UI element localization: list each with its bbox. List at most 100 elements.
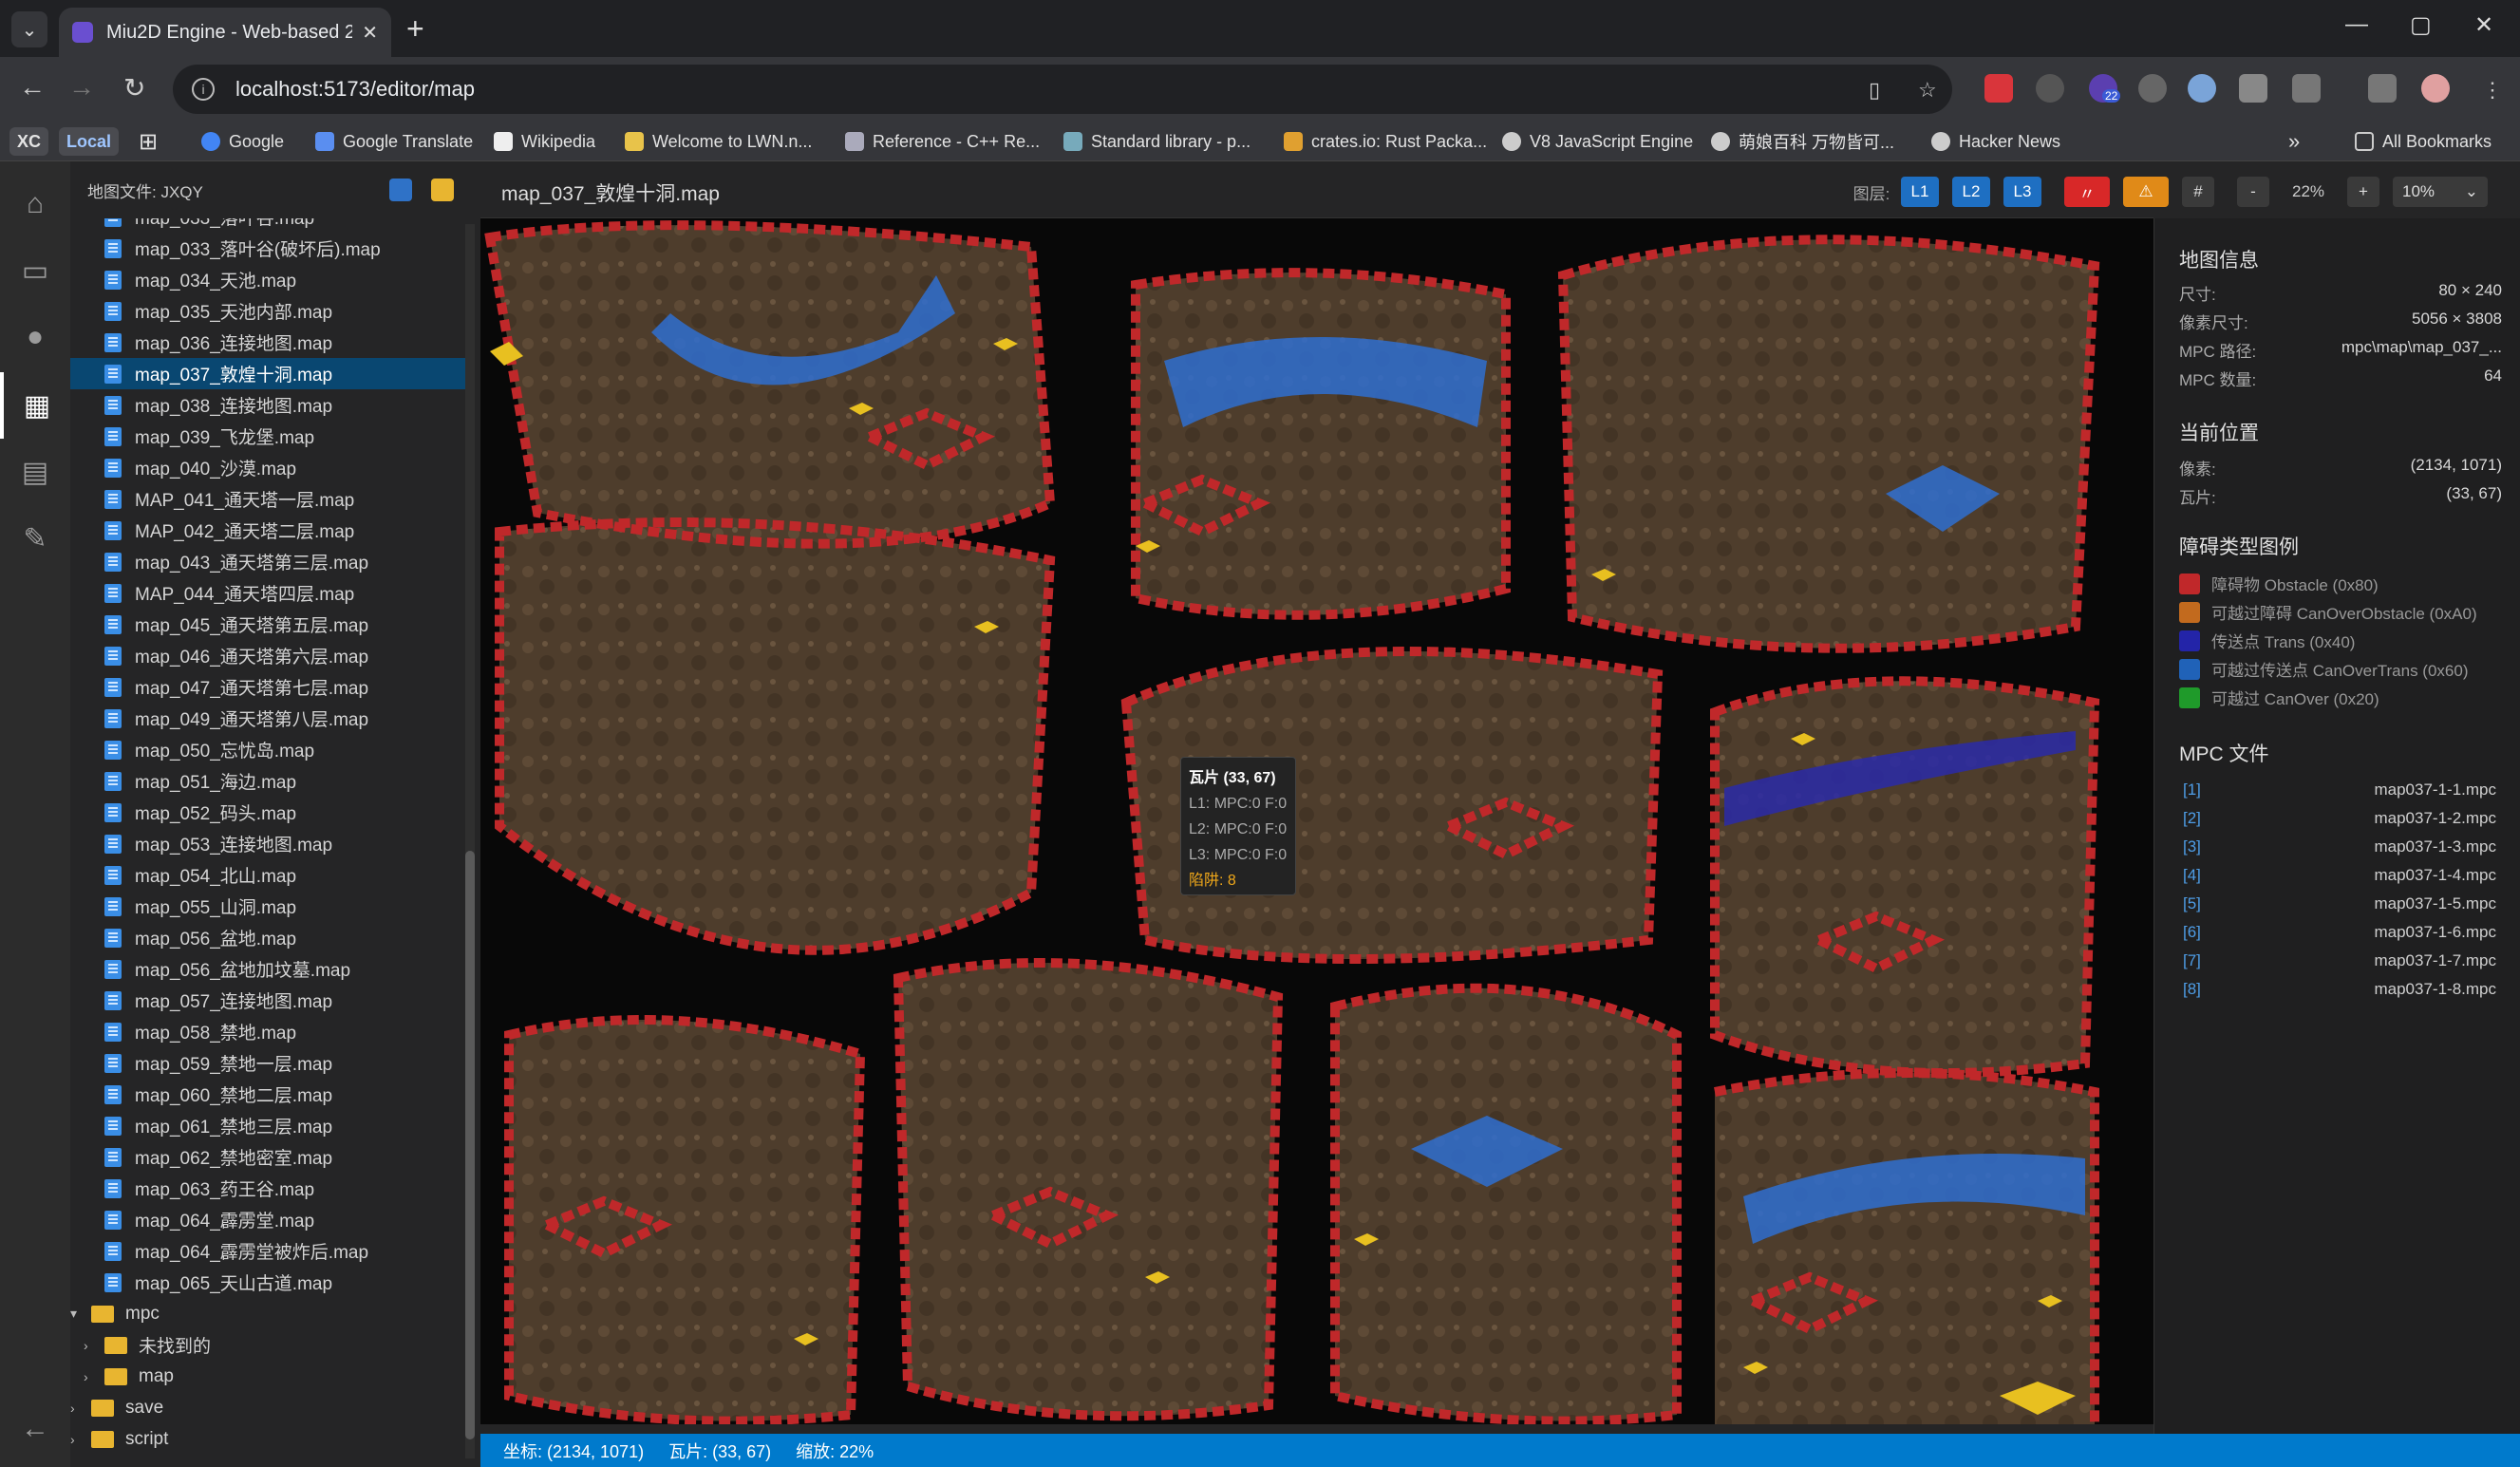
layer-l2-button[interactable]: L2 xyxy=(1952,177,1990,207)
bookmark-v8[interactable]: V8 JavaScript Engine xyxy=(1502,127,1693,156)
mpc-file-item[interactable]: [7] map037-1-7.mpc xyxy=(2183,951,2496,970)
mpc-file-item[interactable]: [2] map037-1-2.mpc xyxy=(2183,809,2496,828)
file-tree-item[interactable]: MAP_044_通天塔四层.map xyxy=(70,577,469,609)
video-icon[interactable]: ▭ xyxy=(0,237,70,304)
file-tree-item[interactable]: map_052_码头.map xyxy=(70,797,469,828)
minimize-icon[interactable]: — xyxy=(2345,11,2368,38)
mpc-file-item[interactable]: [5] map037-1-5.mpc xyxy=(2183,894,2496,913)
bookmark-wikipedia[interactable]: Wikipedia xyxy=(494,127,595,156)
bookmark-star-icon[interactable]: ☆ xyxy=(1918,78,1937,103)
browser-menu-icon[interactable]: ⋮ xyxy=(2482,78,2503,103)
file-tree-item[interactable]: map_054_北山.map xyxy=(70,859,469,891)
maximize-icon[interactable]: ▢ xyxy=(2410,11,2432,39)
file-tree-item[interactable]: map_064_霹雳堂被炸后.map xyxy=(70,1235,469,1267)
browser-tab[interactable]: Miu2D Engine - Web-based 2D ✕ xyxy=(59,8,391,57)
file-tree-item[interactable]: map_060_禁地二层.map xyxy=(70,1079,469,1110)
explorer-scrollbar[interactable] xyxy=(465,224,475,1458)
map-rendering[interactable] xyxy=(480,218,2153,1424)
mpc-file-item[interactable]: [4] map037-1-4.mpc xyxy=(2183,866,2496,885)
file-tree-item[interactable]: MAP_041_通天塔一层.map xyxy=(70,483,469,515)
bookmark-moegirl[interactable]: 萌娘百科 万物皆可... xyxy=(1711,127,1894,156)
bookmark-google-translate[interactable]: Google Translate xyxy=(315,127,473,156)
apps-grid-icon[interactable]: ⊞ xyxy=(139,127,158,156)
file-tree-item[interactable]: map_058_禁地.map xyxy=(70,1016,469,1047)
open-folder-icon[interactable] xyxy=(431,179,454,201)
site-info-icon[interactable]: i xyxy=(192,78,215,101)
bookmark-crates-io[interactable]: crates.io: Rust Packa... xyxy=(1284,127,1487,156)
mpc-file-item[interactable]: [3] map037-1-3.mpc xyxy=(2183,837,2496,856)
grid-toggle-button[interactable]: # xyxy=(2182,177,2214,207)
mpc-file-item[interactable]: [8] map037-1-8.mpc xyxy=(2183,980,2496,999)
bookmark-hacker-news[interactable]: Hacker News xyxy=(1931,127,2060,156)
file-tree-item[interactable]: map_046_通天塔第六层.map xyxy=(70,640,469,671)
file-tree-item[interactable]: map_059_禁地一层.map xyxy=(70,1047,469,1079)
user-icon[interactable]: ● xyxy=(0,304,70,370)
file-tree-item[interactable]: map_056_盆地加坟墓.map xyxy=(70,953,469,985)
bookmark-local[interactable]: Local xyxy=(59,127,120,156)
file-tree-item[interactable]: map_038_连接地图.map xyxy=(70,389,469,421)
file-tree-item[interactable]: map_055_山洞.map xyxy=(70,891,469,922)
chevron-icon[interactable]: ▾ xyxy=(70,1306,85,1322)
address-url[interactable]: localhost:5173/editor/map xyxy=(235,77,475,102)
extension-icon-2[interactable] xyxy=(2036,74,2064,103)
bookmark-google[interactable]: Google xyxy=(201,127,284,156)
folder-tree-item[interactable]: › 未找到的 xyxy=(70,1329,469,1361)
tab-search-button[interactable]: ⌄ xyxy=(11,11,47,47)
document-icon[interactable]: ▤ xyxy=(0,439,70,505)
more-bookmarks-icon[interactable]: » xyxy=(2288,127,2300,156)
file-tree-item[interactable]: map_033_落叶谷.map xyxy=(70,218,469,233)
all-bookmarks[interactable]: All Bookmarks xyxy=(2355,127,2492,156)
bookmark-lwn[interactable]: Welcome to LWN.n... xyxy=(625,127,812,156)
file-tree-item[interactable]: map_064_霹雳堂.map xyxy=(70,1204,469,1235)
collapse-left-icon[interactable]: ← xyxy=(0,1396,70,1462)
bookmark-rust-std[interactable]: Standard library - p... xyxy=(1063,127,1251,156)
trap-warning-icon[interactable]: ⚠ xyxy=(2123,177,2169,207)
address-bar[interactable]: i localhost:5173/editor/map xyxy=(173,65,1952,114)
chevron-icon[interactable]: › xyxy=(84,1369,99,1384)
file-tree-item[interactable]: map_051_海边.map xyxy=(70,765,469,797)
file-tree-item[interactable]: map_061_禁地三层.map xyxy=(70,1110,469,1141)
extensions-puzzle-icon[interactable] xyxy=(2292,74,2321,103)
file-tree-item[interactable]: map_037_敦煌十洞.map xyxy=(70,358,469,389)
file-tree-item[interactable]: map_056_盆地.map xyxy=(70,922,469,953)
extension-icon-5[interactable] xyxy=(2188,74,2216,103)
page-icon[interactable]: ▯ xyxy=(1869,78,1880,103)
refresh-icon[interactable] xyxy=(389,179,412,201)
file-tree-item[interactable]: map_062_禁地密室.map xyxy=(70,1141,469,1173)
file-tree-item[interactable]: map_039_飞龙堡.map xyxy=(70,421,469,452)
file-tree-item[interactable]: map_050_忘忧岛.map xyxy=(70,734,469,765)
profile-avatar[interactable] xyxy=(2421,74,2450,103)
chevron-icon[interactable]: › xyxy=(70,1432,85,1447)
file-tree-item[interactable]: map_036_连接地图.map xyxy=(70,327,469,358)
window-close-icon[interactable]: ✕ xyxy=(2474,11,2493,39)
new-tab-button[interactable]: + xyxy=(406,11,424,46)
zoom-in-button[interactable]: + xyxy=(2347,177,2379,207)
chevron-icon[interactable]: › xyxy=(70,1401,85,1416)
mpc-file-item[interactable]: [1] map037-1-1.mpc xyxy=(2183,781,2496,799)
mpc-file-item[interactable]: [6] map037-1-6.mpc xyxy=(2183,923,2496,942)
file-tree-item[interactable]: map_033_落叶谷(破坏后).map xyxy=(70,233,469,264)
tab-close-icon[interactable]: ✕ xyxy=(362,21,378,45)
chevron-icon[interactable]: › xyxy=(84,1338,99,1353)
bookmark-xc[interactable]: XC xyxy=(9,127,49,156)
file-tree-item[interactable]: map_065_天山古道.map xyxy=(70,1267,469,1298)
bookmark-cpp-reference[interactable]: Reference - C++ Re... xyxy=(845,127,1040,156)
folder-tree-item[interactable]: › map xyxy=(70,1361,469,1392)
back-icon[interactable]: ← xyxy=(19,72,46,103)
map-canvas[interactable] xyxy=(480,218,2153,1424)
extension-icon-4[interactable] xyxy=(2138,74,2167,103)
zoom-select[interactable]: 10% ⌄ xyxy=(2393,177,2488,207)
file-tree-item[interactable]: MAP_042_通天塔二层.map xyxy=(70,515,469,546)
file-tree-item[interactable]: map_034_天池.map xyxy=(70,264,469,295)
obstacle-toggle-icon[interactable]: 〃 xyxy=(2064,177,2110,207)
file-tree-item[interactable]: map_063_药王谷.map xyxy=(70,1173,469,1204)
folder-tree-item[interactable]: › script xyxy=(70,1423,469,1455)
file-tree-item[interactable]: map_049_通天塔第八层.map xyxy=(70,703,469,734)
file-tree-item[interactable]: map_045_通天塔第五层.map xyxy=(70,609,469,640)
extension-icon-1[interactable] xyxy=(1984,74,2013,103)
layer-l1-button[interactable]: L1 xyxy=(1901,177,1939,207)
home-icon[interactable]: ⌂ xyxy=(0,171,70,237)
file-tree-item[interactable]: map_057_连接地图.map xyxy=(70,985,469,1016)
camera-icon[interactable] xyxy=(2239,74,2267,103)
folder-tree-item[interactable]: › save xyxy=(70,1392,469,1423)
